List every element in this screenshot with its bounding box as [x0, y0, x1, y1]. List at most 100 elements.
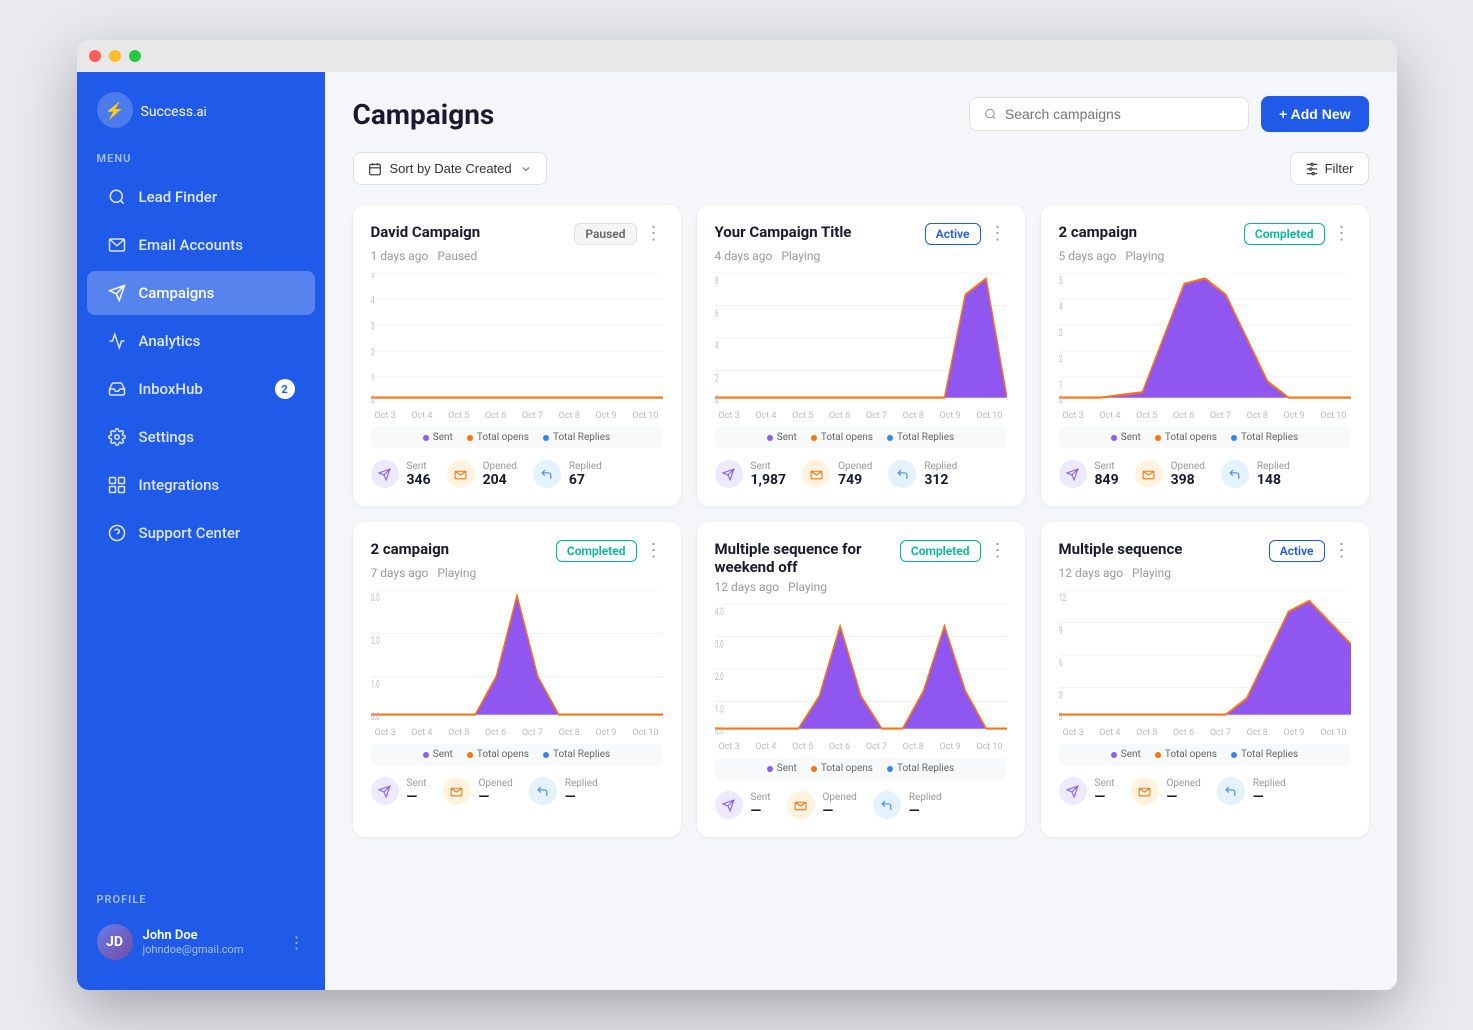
card-menu-button[interactable]: ⋮ — [1333, 542, 1351, 560]
status-badge: Completed — [556, 540, 637, 562]
filter-button[interactable]: Filter — [1290, 152, 1369, 185]
card-header-right: Paused ⋮ — [574, 223, 662, 245]
stat-replied: Replied — — [1217, 777, 1286, 805]
maximize-dot[interactable] — [129, 50, 141, 62]
stat-sent: Sent — — [371, 777, 427, 805]
search-box[interactable] — [969, 97, 1249, 131]
app-body: ⚡ Success.ai MENU Lead Finder Email Acco… — [77, 72, 1397, 990]
sent-icon — [371, 777, 399, 805]
card-header: 2 campaign Completed ⋮ — [1059, 223, 1351, 245]
card-header-right: Completed ⋮ — [556, 540, 663, 562]
logo-icon: ⚡ — [97, 92, 133, 128]
chevron-down-icon — [520, 163, 532, 175]
profile-menu-icon[interactable]: ⋮ — [289, 933, 305, 952]
search-icon — [984, 107, 997, 121]
chart-area: 12 9 6 3 0 — [1059, 590, 1351, 720]
svg-text:1: 1 — [371, 372, 375, 384]
minimize-dot[interactable] — [109, 50, 121, 62]
svg-text:1.0: 1.0 — [371, 678, 380, 690]
inbox-icon — [107, 379, 127, 399]
card-header: 2 campaign Completed ⋮ — [371, 540, 663, 562]
campaign-card-multiple-active: Multiple sequence Active ⋮ 12 days ago P… — [1041, 522, 1369, 837]
replied-icon — [1221, 460, 1249, 488]
sidebar-item-integrations[interactable]: Integrations — [87, 463, 315, 507]
sidebar-item-email-accounts[interactable]: Email Accounts — [87, 223, 315, 267]
chart-legend: Sent Total opens Total Replies — [1059, 744, 1351, 765]
chart-svg: 5 4 3 2 1 0 — [1059, 273, 1351, 403]
avatar: JD — [97, 924, 133, 960]
stat-replied: Replied 312 — [888, 460, 957, 488]
menu-label: MENU — [77, 152, 325, 173]
sidebar-item-lead-finder[interactable]: Lead Finder — [87, 175, 315, 219]
card-header-right: Active ⋮ — [925, 223, 1007, 245]
status-badge: Paused — [574, 223, 636, 245]
card-header: Multiple sequence for weekend off Comple… — [715, 540, 1007, 576]
stat-opened: Opened — — [787, 791, 857, 819]
campaign-title: Multiple sequence for weekend off — [715, 540, 900, 576]
svg-text:5: 5 — [1059, 274, 1063, 286]
card-header: Multiple sequence Active ⋮ — [1059, 540, 1351, 562]
campaign-title: Multiple sequence — [1059, 540, 1269, 558]
calendar-icon — [368, 162, 382, 176]
replied-icon — [529, 777, 557, 805]
svg-text:3: 3 — [371, 320, 375, 332]
profile-item[interactable]: JD John Doe johndoe@gmail.com ⋮ — [87, 914, 315, 970]
svg-text:3: 3 — [1059, 326, 1063, 338]
card-stats: Sent — Opened — — [1059, 777, 1351, 805]
sort-button[interactable]: Sort by Date Created — [353, 152, 547, 185]
campaign-title: Your Campaign Title — [715, 223, 925, 241]
svg-text:4: 4 — [715, 339, 719, 351]
campaign-card-2-completed-2: 2 campaign Completed ⋮ 7 days ago Playin… — [353, 522, 681, 837]
sidebar-item-analytics[interactable]: Analytics — [87, 319, 315, 363]
campaign-card-david: David Campaign Paused ⋮ 1 days ago Pause… — [353, 205, 681, 506]
replied-icon — [1217, 777, 1245, 805]
sidebar-item-settings[interactable]: Settings — [87, 415, 315, 459]
card-stats: Sent 849 Opened 398 — [1059, 460, 1351, 488]
chart-area: 5 4 3 2 1 0 — [371, 273, 663, 403]
campaign-card-your-title: Your Campaign Title Active ⋮ 4 days ago … — [697, 205, 1025, 506]
svg-text:1.0: 1.0 — [715, 703, 724, 715]
card-header: Your Campaign Title Active ⋮ — [715, 223, 1007, 245]
close-dot[interactable] — [89, 50, 101, 62]
svg-text:2: 2 — [715, 372, 719, 384]
status-badge: Active — [925, 223, 981, 245]
search-input[interactable] — [1005, 106, 1234, 122]
sent-icon — [715, 460, 743, 488]
inboxhub-badge: 2 — [275, 379, 295, 399]
mail-icon — [107, 235, 127, 255]
card-menu-button[interactable]: ⋮ — [1333, 225, 1351, 243]
profile-info: John Doe johndoe@gmail.com — [143, 928, 244, 956]
campaign-title: David Campaign — [371, 223, 575, 241]
svg-text:2: 2 — [1059, 352, 1063, 364]
sidebar-item-campaigns[interactable]: Campaigns — [87, 271, 315, 315]
svg-text:0: 0 — [1059, 710, 1063, 720]
svg-text:4.0: 4.0 — [715, 605, 724, 617]
chart-svg: 8 6 4 2 0 — [715, 273, 1007, 403]
card-stats: Sent 1,987 Opened 749 — [715, 460, 1007, 488]
opened-icon — [1131, 777, 1159, 805]
card-header-right: Completed ⋮ — [1244, 223, 1351, 245]
card-menu-button[interactable]: ⋮ — [989, 542, 1007, 560]
stat-opened: Opened 204 — [447, 460, 517, 488]
opened-icon — [1135, 460, 1163, 488]
card-menu-button[interactable]: ⋮ — [645, 542, 663, 560]
chart-svg: 12 9 6 3 0 — [1059, 590, 1351, 720]
card-menu-button[interactable]: ⋮ — [645, 225, 663, 243]
replied-icon — [873, 791, 901, 819]
sidebar-item-inboxhub[interactable]: InboxHub 2 — [87, 367, 315, 411]
titlebar — [77, 40, 1397, 72]
campaigns-grid: David Campaign Paused ⋮ 1 days ago Pause… — [353, 205, 1369, 837]
svg-text:4: 4 — [1059, 300, 1063, 312]
profile-label: PROFILE — [87, 893, 315, 914]
card-stats: Sent 346 Opened 204 — [371, 460, 663, 488]
chart-svg: 4.0 3.0 2.0 1.0 0.0 — [715, 604, 1007, 734]
sidebar-item-support[interactable]: Support Center — [87, 511, 315, 555]
svg-text:5: 5 — [371, 273, 375, 280]
stat-opened: Opened — — [1131, 777, 1201, 805]
svg-text:12: 12 — [1059, 591, 1066, 603]
card-menu-button[interactable]: ⋮ — [989, 225, 1007, 243]
svg-text:0: 0 — [715, 393, 719, 403]
profile-email: johndoe@gmail.com — [143, 943, 244, 956]
add-new-button[interactable]: + Add New — [1261, 96, 1368, 132]
svg-text:6: 6 — [715, 307, 719, 319]
